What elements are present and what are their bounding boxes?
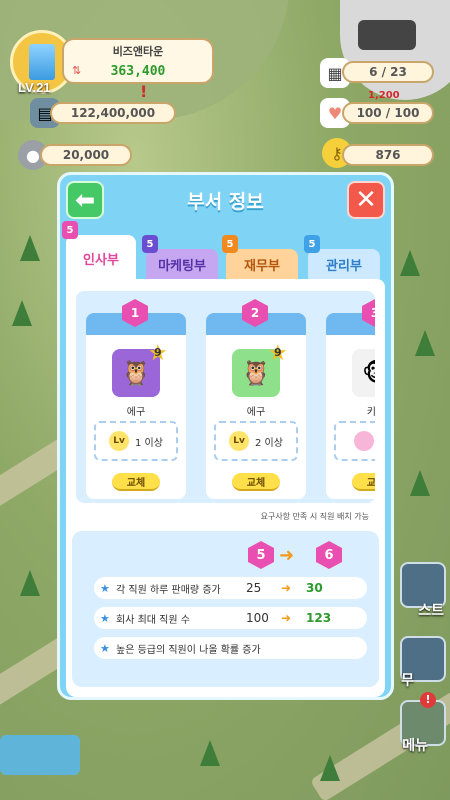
placement-note: 요구사항 만족 시 직원 배치 가능 [260,512,369,521]
tab-badge: 5 [304,235,320,253]
alert-icon: ! [140,82,148,101]
star-level: 9 [154,346,162,359]
stat-next: 123 [306,611,332,625]
hearts-counter[interactable]: 100 / 100 [342,102,434,124]
town-name: 비즈앤타운 [112,45,164,58]
requirement-text: 1 이상 [135,437,163,449]
coin-counter[interactable]: 20,000 [40,144,132,166]
staff-slot-card: 3 🐵 키키 1 이 교체 [326,299,375,499]
stat-row: ★ 각 직원 하루 판매량 증가 25 ➜ 30 [94,577,367,599]
tree [12,300,32,326]
upgrade-info: 5 ➜ 6 ★ 각 직원 하루 판매량 증가 25 ➜ 30 ★ 회사 최대 직… [72,531,379,687]
tab-marketing[interactable]: 5 마케팅부 [142,235,218,279]
star-bullet-icon: ★ [100,581,110,595]
staff-counter[interactable]: 6 / 23 [342,61,434,83]
town-panel[interactable]: 비즈앤타운 ⇅ 363,400 [62,38,214,84]
stat-current: 25 [246,581,262,595]
tab-label: 인사부 [83,252,119,268]
department-dialog: ⬅ 부서 정보 ✕ 5 마케팅부 5 재무부 5 관리부 1 🦉 ★ 9 에구 … [57,172,394,700]
swap-button[interactable]: 교체 [112,473,160,491]
menu-label: 메뉴 [402,738,428,754]
item-icon [353,431,374,451]
level-label: LV.21 [18,80,51,95]
hearts-sub: 1,200 [368,90,400,101]
tree [410,470,430,496]
tree [400,250,420,276]
requirement-text: 2 이상 [255,437,283,449]
star-bullet-icon: ★ [100,641,110,655]
stat-row: ★ 회사 최대 직원 수 100 ➜ 123 [94,607,367,629]
close-icon: ✕ [355,185,377,215]
level-star-icon: Lv [229,431,250,451]
tree [320,755,340,781]
arrow-right-icon: ➜ [279,545,295,566]
staff-name: 키키 [366,407,375,418]
tab-label: 관리부 [326,258,362,274]
tab-badge: 5 [62,221,78,239]
tree [20,235,40,261]
tab-management[interactable]: 5 관리부 [304,235,380,279]
next-level-hex: 6 [316,541,342,569]
requirement-box: Lv 2 이상 [214,421,298,461]
close-button[interactable]: ✕ [347,181,385,219]
stat-label: 각 직원 하루 판매량 증가 [116,584,221,596]
town-money: 363,400 [110,64,166,79]
building-icon [29,44,55,80]
staff-slot-card: 1 🦉 ★ 9 에구 Lv 1 이상 교체 [86,299,186,499]
stat-next: 30 [306,581,323,595]
tab-hr[interactable]: 5 인사부 [62,221,136,281]
tab-label: 재무부 [244,258,280,274]
keys-counter[interactable]: 876 [342,144,434,166]
tree [415,330,435,356]
shop-label: 무 [401,673,414,689]
tab-label: 마케팅부 [158,258,206,274]
staff-slots: 1 🦉 ★ 9 에구 Lv 1 이상 교체 2 🦉 ★ 9 에구 Lv 2 이상… [76,291,375,503]
swap-button[interactable]: 교체 [232,473,280,491]
pool [0,735,80,775]
requirement-box: Lv 1 이상 [94,421,178,461]
level-star-icon: Lv [109,431,130,451]
upgrade-levels: 5 ➜ 6 [72,541,379,569]
tab-badge: 5 [142,235,158,253]
swap-button[interactable]: 교체 [352,473,375,491]
cash-counter[interactable]: 122,400,000 [50,102,176,124]
stat-row: ★ 높은 등급의 직원이 나올 확률 증가 [94,637,367,659]
dialog-title: 부서 정보 [187,191,264,213]
staff-name: 에구 [126,407,146,418]
arrow-right-icon: ➜ [281,611,292,625]
arrow-right-icon: ➜ [281,581,292,595]
snow-hill [340,0,450,100]
menu-alert-badge: ! [420,692,436,708]
tree [20,570,40,596]
stat-label: 높은 등급의 직원이 나올 확률 증가 [116,644,261,656]
quest-label: 스트 [418,603,444,619]
star-bullet-icon: ★ [100,611,110,625]
requirement-box: 1 이 [334,421,375,461]
current-level-hex: 5 [248,541,274,569]
monkey-character-icon: 🐵 [352,349,375,397]
staff-name: 에구 [246,407,266,418]
tab-badge: 5 [222,235,238,253]
department-panel: 1 🦉 ★ 9 에구 Lv 1 이상 교체 2 🦉 ★ 9 에구 Lv 2 이상… [66,279,385,697]
car [358,20,416,50]
tab-finance[interactable]: 5 재무부 [222,235,298,279]
staff-slot-card: 2 🦉 ★ 9 에구 Lv 2 이상 교체 [206,299,306,499]
dialog-header: ⬅ 부서 정보 ✕ [60,175,391,225]
tree [200,740,220,766]
star-level: 9 [274,346,282,359]
stat-current: 100 [246,611,269,625]
